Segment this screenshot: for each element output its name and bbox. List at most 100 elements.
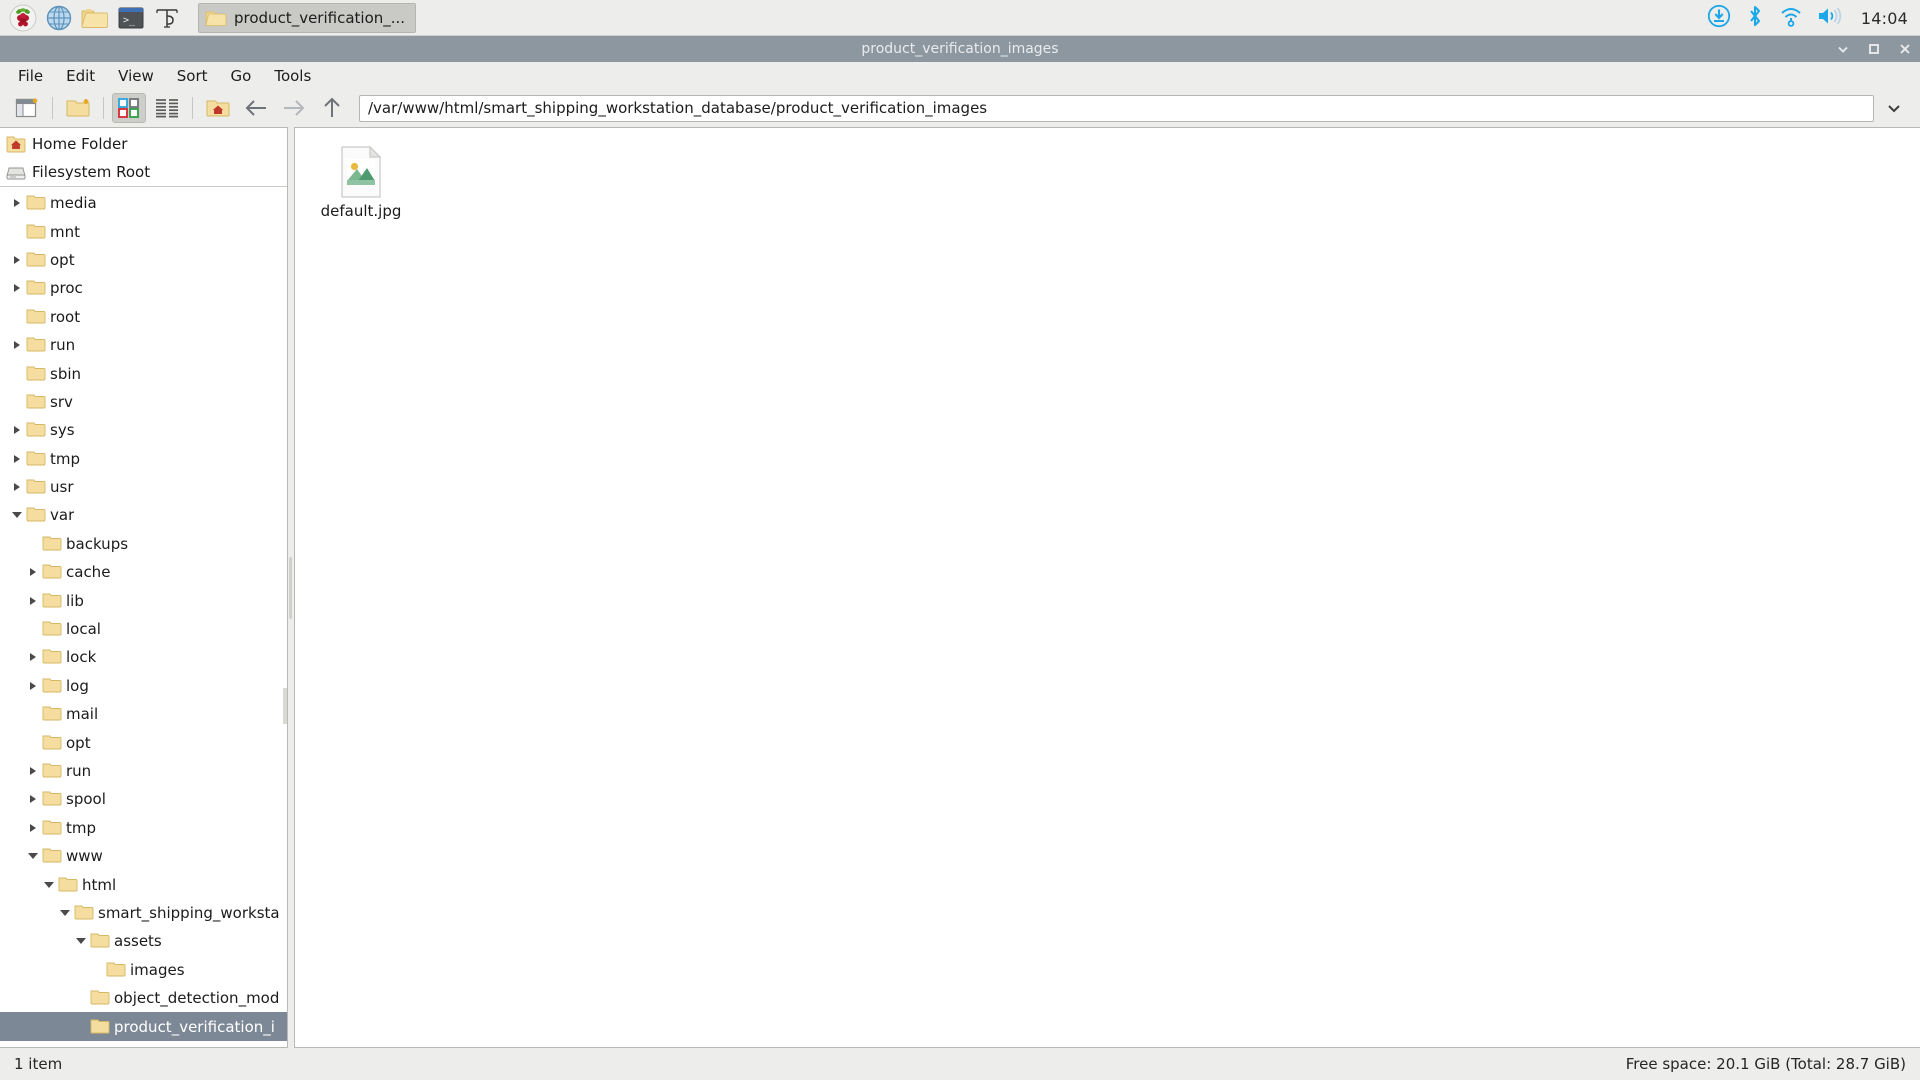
chevron-right-icon[interactable]	[8, 336, 26, 354]
tree-item-opt[interactable]: opt	[0, 728, 287, 756]
menu-view[interactable]: View	[108, 64, 164, 88]
tree-item-label: spool	[66, 790, 106, 809]
chevron-right-icon[interactable]	[24, 790, 42, 808]
chevron-right-icon[interactable]	[8, 279, 26, 297]
folder-icon	[74, 904, 96, 922]
list-view-button[interactable]	[150, 93, 184, 123]
tree-item-local[interactable]: local	[0, 615, 287, 643]
pane-splitter[interactable]	[288, 127, 294, 1048]
tree-item-usr[interactable]: usr	[0, 473, 287, 501]
place-home-folder[interactable]: Home Folder	[0, 130, 287, 158]
new-tab-button[interactable]	[10, 93, 44, 123]
taskbar-window-button[interactable]: product_verification_...	[198, 2, 417, 33]
chevron-right-icon[interactable]	[8, 450, 26, 468]
home-button[interactable]	[201, 93, 235, 123]
volume-icon[interactable]	[1817, 4, 1843, 32]
tree-item-label: smart_shipping_worksta	[98, 903, 280, 922]
chevron-right-icon[interactable]	[24, 819, 42, 837]
folder-icon	[106, 961, 128, 979]
chevron-down-icon[interactable]	[40, 876, 58, 894]
close-button[interactable]	[1898, 42, 1912, 56]
chevron-down-icon[interactable]	[56, 904, 74, 922]
folder-icon	[26, 393, 48, 411]
tree-item-backups[interactable]: backups	[0, 530, 287, 558]
tree-item-smart-shipping-worksta[interactable]: smart_shipping_worksta	[0, 899, 287, 927]
software-update-icon[interactable]	[1707, 4, 1731, 32]
up-button[interactable]	[315, 93, 349, 123]
tree-item-var[interactable]: var	[0, 501, 287, 529]
icon-view-button[interactable]	[112, 93, 146, 123]
chevron-right-icon[interactable]	[8, 194, 26, 212]
chevron-down-icon[interactable]	[24, 847, 42, 865]
file-list[interactable]: default.jpg	[294, 127, 1920, 1048]
tree-item-mnt[interactable]: mnt	[0, 217, 287, 245]
tree-item-sbin[interactable]: sbin	[0, 359, 287, 387]
path-dropdown-button[interactable]	[1876, 93, 1912, 123]
menu-sort[interactable]: Sort	[167, 64, 218, 88]
tree-item-spool[interactable]: spool	[0, 785, 287, 813]
sidebar-scroll-grip[interactable]	[283, 688, 287, 724]
tree-item-media[interactable]: media	[0, 189, 287, 217]
folder-icon	[26, 336, 48, 354]
tree-item-root[interactable]: root	[0, 303, 287, 331]
chevron-right-icon[interactable]	[24, 762, 42, 780]
tree-item-sys[interactable]: sys	[0, 416, 287, 444]
taskbar-launchers: >_	[0, 2, 184, 34]
minimize-button[interactable]	[1836, 42, 1850, 56]
tree-item-srv[interactable]: srv	[0, 388, 287, 416]
wifi-icon[interactable]	[1779, 4, 1803, 32]
chevron-right-icon[interactable]	[24, 563, 42, 581]
place-filesystem-root[interactable]: Filesystem Root	[0, 158, 287, 186]
tree-item-lib[interactable]: lib	[0, 586, 287, 614]
tree-item-html[interactable]: html	[0, 870, 287, 898]
tree-item-run[interactable]: run	[0, 331, 287, 359]
path-input[interactable]: /var/www/html/smart_shipping_workstation…	[359, 94, 1874, 122]
tree-item-tmp[interactable]: tmp	[0, 814, 287, 842]
tree-item-images[interactable]: images	[0, 956, 287, 984]
file-item[interactable]: default.jpg	[309, 142, 413, 226]
bluetooth-icon[interactable]	[1745, 4, 1765, 32]
forward-button[interactable]	[277, 93, 311, 123]
chevron-right-icon[interactable]	[24, 592, 42, 610]
thonny-icon[interactable]	[150, 2, 184, 34]
tree-item-label: run	[50, 336, 76, 355]
raspberry-menu-icon[interactable]	[6, 2, 40, 34]
tree-item-product-verification-i[interactable]: product_verification_i	[0, 1012, 287, 1041]
maximize-button[interactable]	[1867, 42, 1881, 56]
directory-tree[interactable]: media mnt opt proc root run sbin srv sys tmp usr va…	[0, 187, 287, 1047]
tree-item-proc[interactable]: proc	[0, 274, 287, 302]
tree-item-assets[interactable]: assets	[0, 927, 287, 955]
clock[interactable]: 14:04	[1861, 9, 1908, 28]
file-manager-icon[interactable]	[78, 2, 112, 34]
tree-item-object-detection-mod[interactable]: object_detection_mod	[0, 984, 287, 1012]
tree-item-tmp[interactable]: tmp	[0, 445, 287, 473]
web-browser-icon[interactable]	[42, 2, 76, 34]
tree-item-lock[interactable]: lock	[0, 643, 287, 671]
chevron-right-icon[interactable]	[24, 677, 42, 695]
menu-go[interactable]: Go	[221, 64, 262, 88]
svg-text:>_: >_	[123, 15, 136, 26]
status-free-space: Free space: 20.1 GiB (Total: 28.7 GiB)	[1625, 1055, 1906, 1073]
terminal-icon[interactable]: >_	[114, 2, 148, 34]
chevron-right-icon[interactable]	[8, 251, 26, 269]
back-button[interactable]	[239, 93, 273, 123]
tree-item-log[interactable]: log	[0, 672, 287, 700]
chevron-down-icon[interactable]	[72, 932, 90, 950]
menu-file[interactable]: File	[8, 64, 53, 88]
chevron-right-icon[interactable]	[8, 478, 26, 496]
new-folder-button[interactable]	[61, 93, 95, 123]
chevron-right-icon[interactable]	[24, 648, 42, 666]
chevron-right-icon[interactable]	[8, 421, 26, 439]
tree-item-run[interactable]: run	[0, 757, 287, 785]
tree-item-www[interactable]: www	[0, 842, 287, 870]
tree-item-mail[interactable]: mail	[0, 700, 287, 728]
file-manager-window: product_verification_images File Edit Vi…	[0, 36, 1920, 1080]
tree-item-opt[interactable]: opt	[0, 246, 287, 274]
chevron-down-icon[interactable]	[8, 506, 26, 524]
menu-tools[interactable]: Tools	[264, 64, 321, 88]
tree-item-cache[interactable]: cache	[0, 558, 287, 586]
folder-icon	[42, 677, 64, 695]
menu-edit[interactable]: Edit	[56, 64, 105, 88]
